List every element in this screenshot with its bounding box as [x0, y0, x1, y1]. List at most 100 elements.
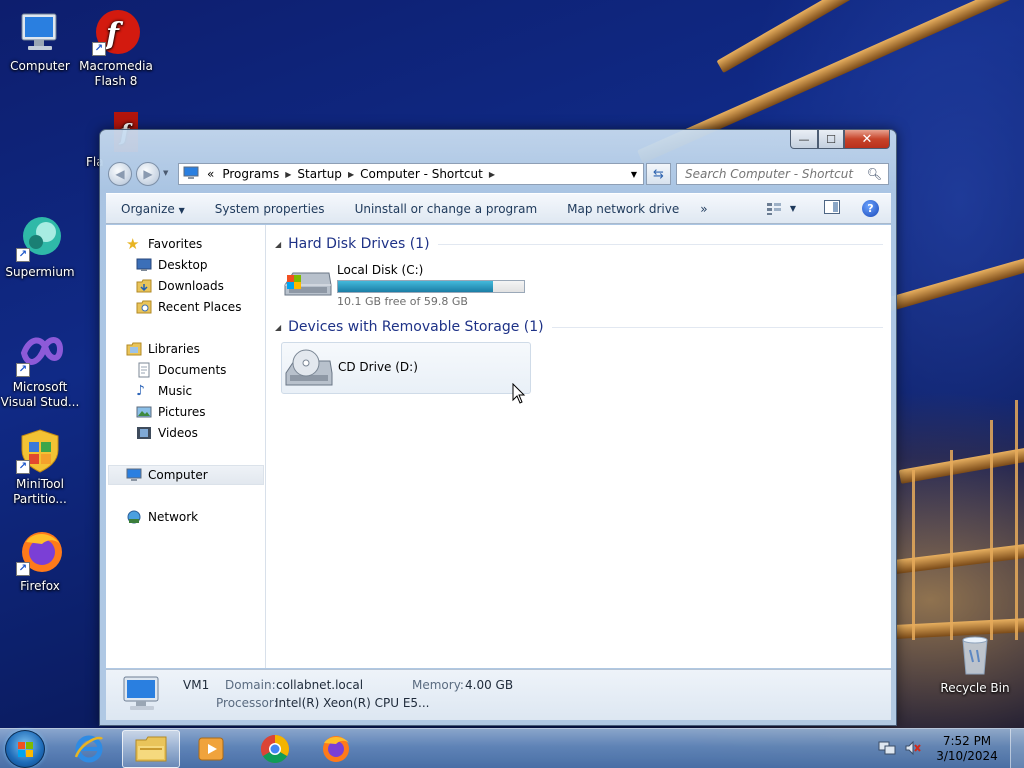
address-history-dropdown[interactable]: ▼: [631, 170, 643, 179]
computer-name: VM1: [183, 678, 210, 692]
collapse-triangle-icon: ◢: [275, 322, 282, 332]
nav-computer-label: Computer: [148, 468, 208, 482]
desktop-folder-icon: [136, 257, 152, 273]
start-button[interactable]: [5, 730, 45, 768]
taskbar-file-explorer[interactable]: [122, 730, 180, 768]
processor-value: Intel(R) Xeon(R) CPU E5...: [275, 696, 430, 710]
memory-label: Memory:: [412, 678, 464, 692]
desktop-icon-minitool[interactable]: ↗ MiniTool Partitio...: [0, 426, 80, 507]
back-button[interactable]: ◀: [108, 162, 132, 186]
group-header-hard-disk[interactable]: ◢ Hard Disk Drives (1): [275, 234, 883, 254]
breadcrumb-computer-shortcut[interactable]: Computer - Shortcut: [356, 167, 487, 181]
drive-c-usage-fill: [338, 281, 493, 292]
desktop-icon-label: Macromedia Flash 8: [79, 59, 153, 88]
close-button[interactable]: ✕: [844, 130, 890, 149]
hard-disk-icon: [283, 263, 333, 303]
nav-downloads[interactable]: Downloads: [136, 276, 224, 296]
clock[interactable]: 7:52 PM 3/10/2024: [932, 734, 1002, 764]
system-properties-button[interactable]: System properties: [200, 202, 340, 216]
forward-button[interactable]: ▶: [136, 162, 160, 186]
breadcrumb-separator-icon[interactable]: ▶: [283, 170, 293, 179]
shortcut-arrow-icon: ↗: [16, 562, 30, 576]
desktop-icon-computer[interactable]: Computer: [0, 8, 80, 74]
navigation-row: ◀ ▶ ▼ « Programs ▶ Startup ▶ Computer - …: [108, 161, 889, 187]
search-icon[interactable]: 🔍︎: [867, 167, 882, 181]
cd-drive-icon: [284, 347, 334, 391]
change-view-button[interactable]: ▼: [766, 202, 796, 216]
taskbar-internet-explorer[interactable]: [60, 730, 118, 768]
system-tray: 7:52 PM 3/10/2024: [878, 729, 1024, 768]
nav-network-label: Network: [148, 510, 199, 524]
minimize-button[interactable]: —: [790, 130, 818, 149]
nav-pictures[interactable]: Pictures: [136, 402, 206, 422]
nav-recent-places[interactable]: Recent Places: [136, 297, 241, 317]
nav-libraries[interactable]: Libraries: [126, 339, 200, 359]
nav-network[interactable]: Network: [126, 507, 198, 527]
network-status-icon[interactable]: [878, 740, 896, 759]
show-desktop-button[interactable]: [1010, 729, 1024, 768]
flash-icon: f ↗: [92, 8, 140, 56]
breadcrumb-programs[interactable]: Programs: [218, 167, 283, 181]
taskbar-media-player[interactable]: [182, 730, 240, 768]
domain-value: collabnet.local: [276, 678, 364, 692]
drive-c[interactable]: Local Disk (C:) 10.1 GB free of 59.8 GB: [283, 263, 525, 308]
nav-pictures-label: Pictures: [158, 405, 206, 419]
desktop-icon-macromedia-flash[interactable]: f ↗ Macromedia Flash 8: [76, 8, 156, 89]
star-icon: ★: [126, 235, 140, 253]
map-network-drive-button[interactable]: Map network drive: [552, 202, 694, 216]
shortcut-arrow-icon: ↗: [16, 363, 30, 377]
nav-computer[interactable]: Computer: [108, 465, 264, 485]
nav-desktop[interactable]: Desktop: [136, 255, 208, 275]
navigation-pane: ★ Favorites Desktop Downloads Recent Pla…: [106, 225, 266, 668]
search-input[interactable]: [685, 167, 885, 181]
computer-icon: [126, 467, 142, 483]
nav-music[interactable]: ♪ Music: [136, 381, 192, 401]
computer-small-icon: [179, 166, 203, 183]
firefox-icon: [323, 736, 349, 762]
group-header-removable[interactable]: ◢ Devices with Removable Storage (1): [275, 317, 883, 337]
desktop-icon-label: Computer: [10, 59, 70, 73]
group-title: Hard Disk Drives (1): [288, 236, 430, 252]
content-area: ★ Favorites Desktop Downloads Recent Pla…: [106, 225, 891, 668]
desktop-icon-label: Microsoft Visual Stud...: [0, 380, 80, 409]
uninstall-program-button[interactable]: Uninstall or change a program: [340, 202, 553, 216]
nav-favorites[interactable]: ★ Favorites: [126, 234, 202, 254]
desktop-icon-visual-studio[interactable]: ↗ Microsoft Visual Stud...: [0, 329, 80, 410]
file-explorer-icon: [135, 736, 167, 762]
volume-muted-icon[interactable]: [904, 740, 922, 759]
videos-icon: [136, 425, 152, 441]
nav-videos[interactable]: Videos: [136, 423, 198, 443]
nav-recent-places-label: Recent Places: [158, 300, 242, 314]
maximize-button[interactable]: ☐: [818, 130, 844, 149]
desktop-icon-label: MiniTool Partitio...: [13, 477, 67, 506]
details-pane: VM1 Domain: collabnet.local Memory: 4.00…: [106, 669, 891, 720]
desktop-icon-firefox[interactable]: ↗ Firefox: [0, 528, 80, 594]
search-box[interactable]: 🔍︎: [676, 163, 889, 185]
breadcrumb-separator-icon[interactable]: ▶: [346, 170, 356, 179]
command-bar: Organize ▼ System properties Uninstall o…: [106, 193, 891, 224]
desktop-icon-supermium[interactable]: ↗ Supermium: [0, 214, 80, 280]
recent-places-icon: [136, 299, 152, 315]
desktop-icon-recycle-bin[interactable]: Recycle Bin: [935, 630, 1015, 696]
visual-studio-icon: ↗: [16, 329, 64, 377]
nav-documents-label: Documents: [158, 363, 227, 377]
drive-d[interactable]: CD Drive (D:): [281, 342, 531, 394]
preview-pane-button[interactable]: [824, 200, 840, 217]
breadcrumb-overflow[interactable]: «: [203, 167, 218, 181]
nav-documents[interactable]: Documents: [136, 360, 226, 380]
network-icon: [126, 509, 142, 525]
refresh-button[interactable]: ⇆: [646, 163, 671, 185]
drive-c-info: Local Disk (C:) 10.1 GB free of 59.8 GB: [337, 263, 525, 308]
taskbar-chrome[interactable]: [246, 730, 304, 768]
help-icon[interactable]: ?: [862, 200, 879, 217]
breadcrumb-separator-icon[interactable]: ▶: [487, 170, 497, 179]
more-commands-button[interactable]: »: [694, 202, 713, 216]
chrome-icon: [261, 735, 289, 763]
address-bar[interactable]: « Programs ▶ Startup ▶ Computer - Shortc…: [178, 163, 644, 185]
media-player-icon: [198, 737, 224, 761]
recent-pages-dropdown[interactable]: ▼: [163, 169, 168, 177]
taskbar-firefox[interactable]: [307, 730, 365, 768]
breadcrumb-startup[interactable]: Startup: [293, 167, 346, 181]
organize-button[interactable]: Organize ▼: [106, 202, 200, 216]
chevron-down-icon: ▼: [789, 204, 796, 213]
